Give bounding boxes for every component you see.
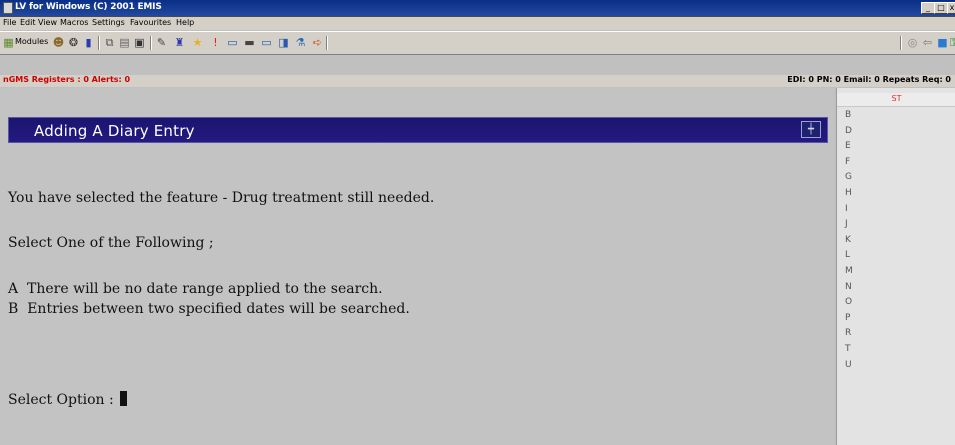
index-letter[interactable]: E xyxy=(845,141,853,157)
toolbar-separator xyxy=(900,36,902,50)
toolbar-separator xyxy=(326,36,328,50)
option-key: B xyxy=(8,301,19,317)
minimize-button[interactable]: _ xyxy=(921,2,935,14)
modules-button[interactable]: Modules xyxy=(15,37,48,46)
monitor-icon[interactable]: ▭ xyxy=(260,36,273,49)
dialog-banner: Adding A Diary Entry ┿ xyxy=(8,117,828,143)
index-letter[interactable]: M xyxy=(845,266,853,282)
toolbar-separator xyxy=(98,36,100,50)
document-icon[interactable]: ▤ xyxy=(118,36,131,49)
alphabet-list: B D E F G H I J K L M N O P R T U xyxy=(845,110,853,375)
index-letter[interactable]: O xyxy=(845,297,853,313)
option-a[interactable]: A There will be no date range applied to… xyxy=(8,281,383,297)
index-letter[interactable]: D xyxy=(845,126,853,142)
option-key: A xyxy=(8,281,19,297)
exit-icon[interactable]: ➪ xyxy=(311,36,324,49)
lab-icon[interactable]: ⚗ xyxy=(294,36,307,49)
keyboard-icon[interactable]: ▭ xyxy=(226,36,239,49)
index-letter[interactable]: N xyxy=(845,282,853,298)
menu-bar: File Edit View Macros Settings Favourite… xyxy=(0,17,955,30)
text-cursor xyxy=(120,391,128,406)
toolbar-separator xyxy=(150,36,152,50)
option-text: Entries between two specified dates will… xyxy=(27,301,410,317)
index-letter[interactable]: F xyxy=(845,157,853,173)
option-text: There will be no date range applied to t… xyxy=(27,281,383,297)
close-button[interactable]: x xyxy=(947,2,955,14)
star-icon[interactable]: ★ xyxy=(191,36,204,49)
index-letter[interactable]: B xyxy=(845,110,853,126)
menu-file[interactable]: File xyxy=(3,18,16,27)
status-strip: nGMS Registers : 0 Alerts: 0 EDI: 0 PN: … xyxy=(0,75,955,87)
alert-icon[interactable]: ! xyxy=(209,36,222,49)
back-arrow-icon[interactable]: ⇦ xyxy=(921,36,934,49)
index-letter[interactable]: H xyxy=(845,188,853,204)
modules-icon: ▦ xyxy=(3,36,14,49)
tree-icon[interactable]: ┿ xyxy=(801,121,821,138)
index-letter[interactable]: K xyxy=(845,235,853,251)
menu-help[interactable]: Help xyxy=(176,18,194,27)
window-title: LV for Windows (C) 2001 EMIS xyxy=(15,2,162,12)
app-icon xyxy=(3,2,13,14)
copy-icon[interactable]: ⧉ xyxy=(103,36,116,49)
help-circle-icon[interactable]: ◎ xyxy=(906,36,919,49)
index-letter[interactable]: T xyxy=(845,344,853,360)
menu-settings[interactable]: Settings xyxy=(92,18,125,27)
key-icon[interactable]: ⚿ xyxy=(950,36,955,49)
patient-icon[interactable]: ☻ xyxy=(52,36,65,49)
selected-feature-line: You have selected the feature - Drug tre… xyxy=(8,190,435,206)
window-icon[interactable]: ◨ xyxy=(277,36,290,49)
select-option-label: Select Option : xyxy=(8,392,119,408)
index-letter[interactable]: R xyxy=(845,328,853,344)
window-title-bar[interactable]: LV for Windows (C) 2001 EMIS _ □ x xyxy=(0,0,955,17)
menu-edit[interactable]: Edit xyxy=(20,18,36,27)
print-icon[interactable]: ▣ xyxy=(133,36,146,49)
flask-icon[interactable]: ♜ xyxy=(173,36,186,49)
select-option-field[interactable]: Select Option : xyxy=(8,391,128,408)
toolbar: ▦ Modules ☻ ❂ ▮ ⧉ ▤ ▣ ✎ ♜ ★ ! ▭ ▬ ▭ ◨ ⚗ … xyxy=(0,31,955,55)
scanner-icon[interactable]: ▬ xyxy=(243,36,256,49)
maximize-button[interactable]: □ xyxy=(934,2,948,14)
index-letter[interactable]: G xyxy=(845,172,853,188)
index-letter[interactable]: P xyxy=(845,313,853,329)
terminal-screen[interactable]: Adding A Diary Entry ┿ You have selected… xyxy=(0,88,834,445)
menu-favourites[interactable]: Favourites xyxy=(130,18,171,27)
book-icon[interactable]: ▮ xyxy=(82,36,95,49)
panel-header-label: ST xyxy=(891,94,902,103)
registers-alerts-status: nGMS Registers : 0 Alerts: 0 xyxy=(3,75,131,84)
menu-view[interactable]: View xyxy=(38,18,57,27)
option-b[interactable]: B Entries between two specified dates wi… xyxy=(8,301,410,317)
syringe-icon[interactable]: ✎ xyxy=(155,36,168,49)
save-icon[interactable]: ■ xyxy=(936,36,949,49)
panel-header[interactable]: ST xyxy=(837,93,955,107)
alphabet-index-panel: ST B D E F G H I J K L M N O P R T U xyxy=(836,88,955,445)
index-letter[interactable]: L xyxy=(845,250,853,266)
index-letter[interactable]: I xyxy=(845,204,853,220)
index-letter[interactable]: J xyxy=(845,219,853,235)
selection-prompt: Select One of the Following ; xyxy=(8,235,214,251)
consultation-icon[interactable]: ❂ xyxy=(67,36,80,49)
message-counts-status: EDI: 0 PN: 0 Email: 0 Repeats Req: 0 xyxy=(787,75,951,84)
dialog-title: Adding A Diary Entry xyxy=(34,122,195,140)
index-letter[interactable]: U xyxy=(845,360,853,376)
menu-macros[interactable]: Macros xyxy=(60,18,88,27)
